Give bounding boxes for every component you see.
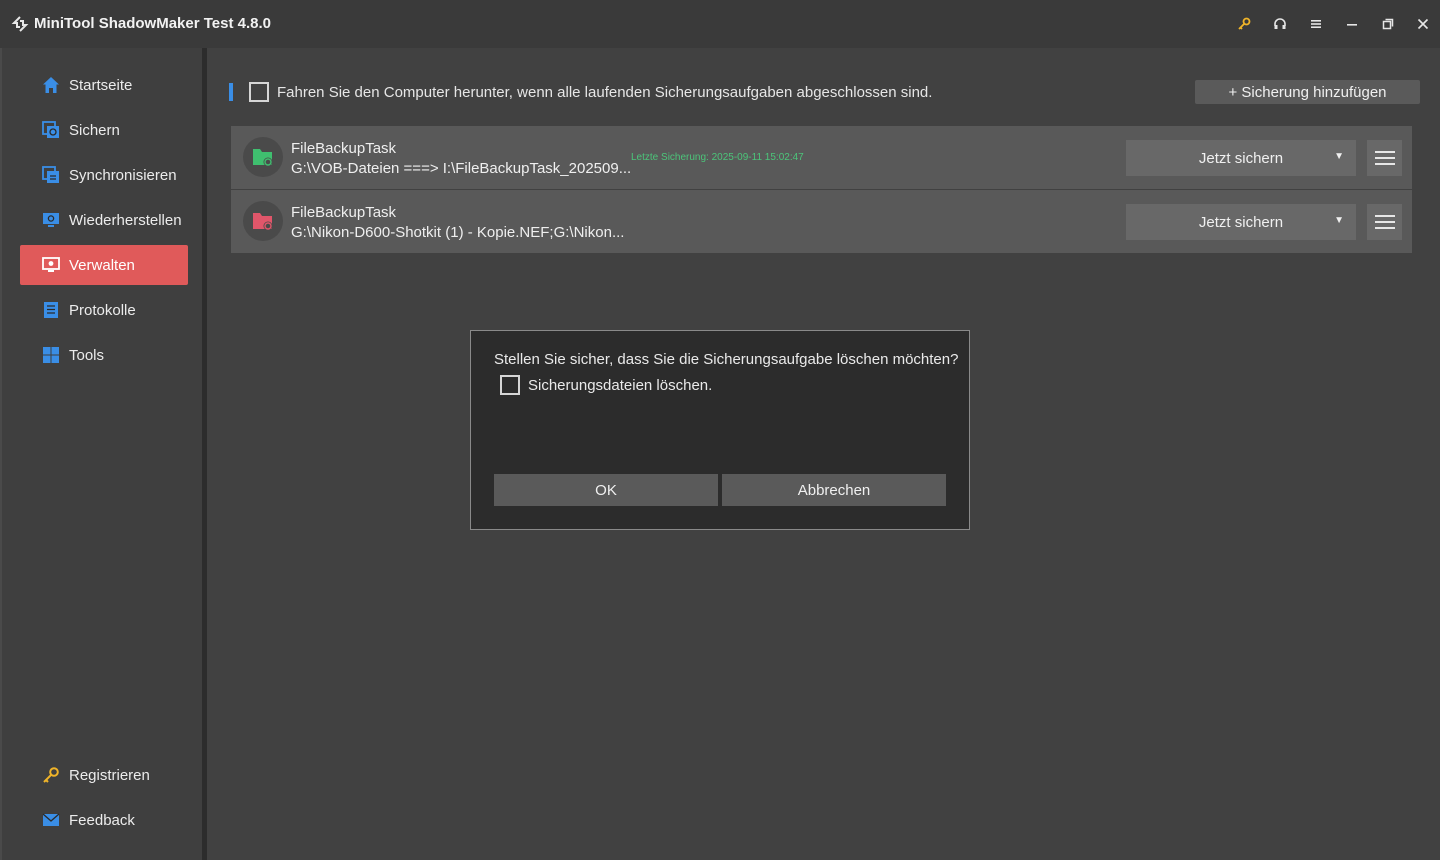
task-row[interactable]: FileBackupTask G:\VOB-Dateien ===> I:\Fi… xyxy=(231,126,1412,189)
cancel-button[interactable]: Abbrechen xyxy=(722,474,946,506)
sidebar-item-registrieren[interactable]: Registrieren xyxy=(20,755,188,795)
sidebar-item-label: Feedback xyxy=(69,811,135,829)
task-menu-button[interactable] xyxy=(1367,204,1402,240)
sidebar-item-label: Protokolle xyxy=(69,301,136,319)
sync-icon xyxy=(42,166,60,184)
shutdown-checkbox[interactable] xyxy=(249,82,269,102)
dialog-message: Stellen Sie sicher, dass Sie die Sicheru… xyxy=(494,351,959,368)
headset-icon[interactable] xyxy=(1270,14,1290,34)
key-icon[interactable] xyxy=(1234,14,1254,34)
task-menu-button[interactable] xyxy=(1367,140,1402,176)
task-path: G:\Nikon-D600-Shotkit (1) - Kopie.NEF;G:… xyxy=(291,224,625,241)
app-logo-icon xyxy=(11,16,29,32)
sidebar-item-feedback[interactable]: Feedback xyxy=(20,800,188,840)
restore-icon xyxy=(42,211,60,229)
sidebar-item-wiederherstellen[interactable]: Wiederherstellen xyxy=(20,200,188,240)
sidebar-item-label: Startseite xyxy=(69,76,133,94)
accent-bar xyxy=(229,83,233,101)
sidebar-item-startseite[interactable]: Startseite xyxy=(20,65,188,105)
sidebar-item-label: Synchronisieren xyxy=(69,166,177,184)
key-icon xyxy=(42,766,60,784)
sidebar-item-protokolle[interactable]: Protokolle xyxy=(20,290,188,330)
delete-files-label: Sicherungsdateien löschen. xyxy=(528,377,713,394)
sidebar-item-label: Registrieren xyxy=(69,766,150,784)
minimize-icon[interactable] xyxy=(1342,14,1362,34)
caret-down-icon[interactable]: ▼ xyxy=(1334,151,1344,162)
close-icon[interactable] xyxy=(1413,14,1433,34)
sidebar: Startseite Sichern Synchronisieren Wiede… xyxy=(0,48,202,860)
task-row[interactable]: FileBackupTask G:\Nikon-D600-Shotkit (1)… xyxy=(231,190,1412,253)
home-icon xyxy=(42,76,60,94)
delete-files-checkbox[interactable] xyxy=(500,375,520,395)
backup-now-button[interactable]: Jetzt sichern ▼ xyxy=(1126,204,1356,240)
app-title: MiniTool ShadowMaker Test 4.8.0 xyxy=(34,15,271,32)
caret-down-icon[interactable]: ▼ xyxy=(1334,215,1344,226)
sidebar-item-label: Tools xyxy=(69,346,105,364)
folder-backup-icon xyxy=(243,137,283,177)
add-backup-button[interactable]: + Sicherung hinzufügen xyxy=(1195,80,1420,104)
sidebar-item-tools[interactable]: Tools xyxy=(20,335,188,375)
backup-now-label: Jetzt sichern xyxy=(1198,149,1284,167)
last-backup-time: Letzte Sicherung: 2025-09-11 15:02:47 xyxy=(631,152,804,163)
tools-icon xyxy=(42,346,60,364)
sidebar-item-verwalten[interactable]: Verwalten xyxy=(20,245,188,285)
backup-icon xyxy=(42,121,60,139)
title-bar: MiniTool ShadowMaker Test 4.8.0 xyxy=(0,0,1440,48)
folder-backup-error-icon xyxy=(243,201,283,241)
sidebar-item-label: Wiederherstellen xyxy=(69,211,182,229)
restore-icon[interactable] xyxy=(1378,14,1398,34)
backup-now-button[interactable]: Jetzt sichern ▼ xyxy=(1126,140,1356,176)
backup-now-label: Jetzt sichern xyxy=(1198,213,1284,231)
sidebar-item-label: Sichern xyxy=(69,121,120,139)
task-name: FileBackupTask xyxy=(291,204,397,221)
delete-confirm-dialog: Stellen Sie sicher, dass Sie die Sicheru… xyxy=(470,330,970,530)
hamburger-icon xyxy=(1374,151,1395,165)
hamburger-icon xyxy=(1374,215,1395,229)
ok-button[interactable]: OK xyxy=(494,474,718,506)
sidebar-item-sichern[interactable]: Sichern xyxy=(20,110,188,150)
log-icon xyxy=(42,301,60,319)
task-name: FileBackupTask xyxy=(291,140,397,157)
sidebar-item-synchronisieren[interactable]: Synchronisieren xyxy=(20,155,188,195)
sidebar-item-label: Verwalten xyxy=(69,256,135,274)
menu-icon[interactable] xyxy=(1306,14,1326,34)
shutdown-label: Fahren Sie den Computer herunter, wenn a… xyxy=(277,84,933,101)
mail-icon xyxy=(42,811,60,829)
manage-icon xyxy=(42,256,60,274)
task-path: G:\VOB-Dateien ===> I:\FileBackupTask_20… xyxy=(291,160,632,177)
